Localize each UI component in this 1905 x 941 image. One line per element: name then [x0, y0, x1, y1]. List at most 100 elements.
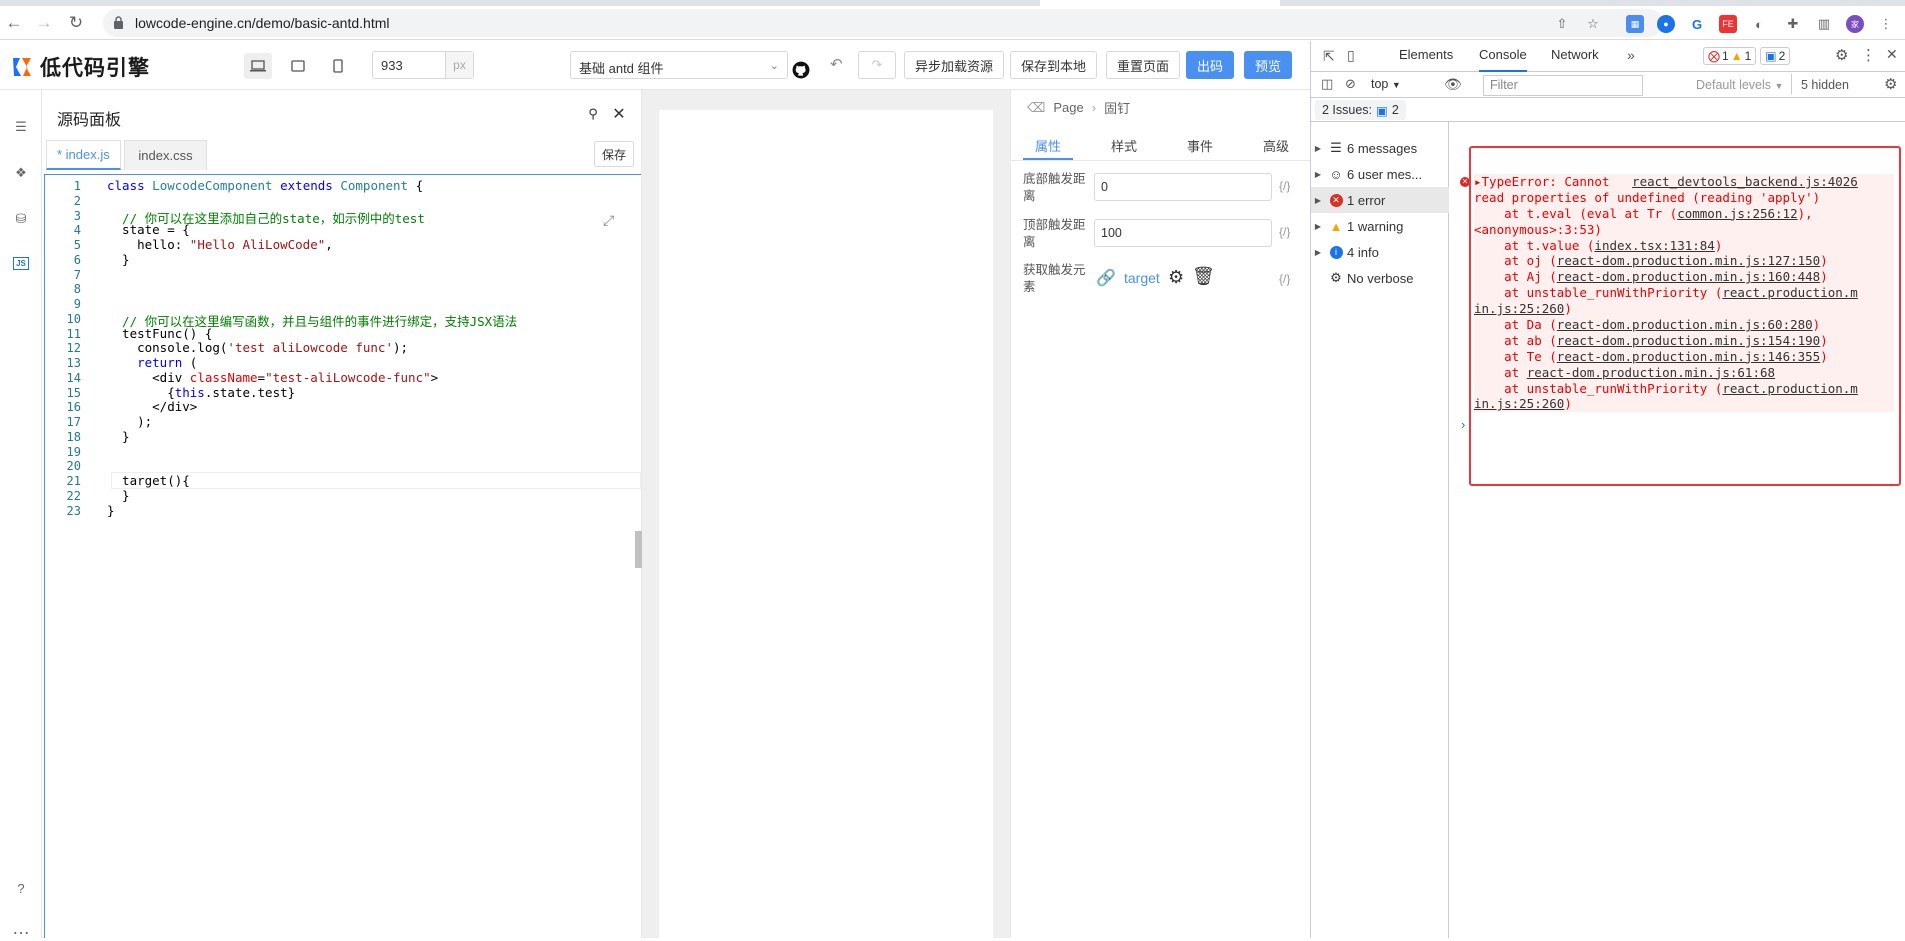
code-line[interactable]: console.log('test aliLowcode func'); [107, 340, 408, 355]
target-function-link[interactable]: target [1124, 270, 1160, 286]
top-offset-variable-toggle[interactable]: {/} [1279, 225, 1290, 239]
sidebar-toggle-icon[interactable]: ◫ [1321, 76, 1333, 92]
issues-button[interactable]: 2 Issues: ▣ 2 [1315, 100, 1406, 120]
github-icon[interactable] [792, 61, 810, 79]
outline-tree-icon[interactable]: ☰ [8, 114, 34, 140]
inspect-icon[interactable]: ⇱ [1323, 48, 1335, 65]
code-line[interactable]: hello: "Hello AliLowCode", [107, 237, 333, 252]
devtools-menu-icon[interactable]: ⋮ [1861, 46, 1876, 64]
address-bar[interactable]: lowcode-engine.cn/demo/basic-antd.html [103, 9, 1663, 37]
back-icon[interactable]: ← [4, 13, 24, 33]
save-local-button[interactable]: 保存到本地 [1010, 51, 1098, 79]
tab-network[interactable]: Network [1551, 47, 1599, 72]
code-line[interactable]: return ( [107, 355, 197, 370]
tab-elements[interactable]: Elements [1399, 47, 1453, 72]
code-line[interactable]: <div className="test-aliLowcode-func"> [107, 370, 438, 385]
trash-icon[interactable]: 🗑 [1192, 266, 1215, 287]
more-tabs-icon[interactable]: » [1627, 47, 1635, 63]
code-line[interactable]: } [107, 488, 130, 503]
export-code-button[interactable]: 出码 [1186, 51, 1235, 79]
forward-icon[interactable]: → [34, 13, 54, 33]
mobile-view-button[interactable] [324, 53, 352, 79]
code-editor[interactable]: ⤢ 1 2 3 4 5 6 7 8 9 10 11 12 13 14 15 16 17 18 19 20 21 22 23 c… [44, 174, 642, 938]
message-counter[interactable]: ▣ 2 [1760, 47, 1791, 65]
share-icon[interactable]: ⇧ [1553, 15, 1571, 33]
code-line[interactable]: } [107, 252, 130, 267]
bottom-offset-variable-toggle[interactable]: {/} [1279, 179, 1290, 193]
code-line[interactable]: testFunc() { [107, 326, 212, 341]
sidebar-user-messages[interactable]: ▶ ☺ 6 user mes... [1311, 161, 1449, 187]
pin-icon[interactable]: ⚲ [583, 104, 603, 124]
reload-icon[interactable]: ↻ [66, 13, 86, 33]
editor-scrollbar[interactable] [635, 531, 642, 568]
sidebar-warnings[interactable]: ▶ ▲ 1 warning [1311, 213, 1449, 239]
extension-icon-1[interactable]: ▦ [1626, 15, 1644, 33]
sidebar-verbose[interactable]: ⚙ No verbose [1311, 265, 1449, 291]
expand-icon[interactable]: ⤢ [603, 213, 614, 229]
context-select[interactable]: top ▼ [1371, 77, 1401, 91]
tablet-view-button[interactable] [284, 53, 312, 79]
js-code-icon[interactable]: JS [8, 250, 34, 276]
close-devtools-icon[interactable]: ✕ [1886, 46, 1898, 63]
log-levels-select[interactable]: Default levels ▼ [1696, 78, 1783, 92]
component-library-icon[interactable]: ❖ [8, 160, 34, 186]
component-select[interactable]: 基础 antd 组件 ⌄ [570, 51, 788, 79]
close-icon[interactable]: ✕ [609, 104, 629, 124]
settings-gear-icon[interactable]: ⚙ [1835, 46, 1848, 64]
help-icon[interactable]: ? [8, 875, 34, 901]
code-line[interactable]: target(){ [107, 473, 190, 488]
issue-counters[interactable]: ⨂ 1 ▲ 1 ▣ 2 [1703, 47, 1791, 65]
target-variable-toggle[interactable]: {/} [1279, 272, 1290, 286]
design-canvas[interactable] [659, 110, 993, 940]
code-line[interactable]: } [107, 429, 130, 444]
tab-properties[interactable]: 属性 [1013, 130, 1083, 160]
tab-events[interactable]: 事件 [1165, 130, 1235, 160]
tab-index-js[interactable]: * index.js [46, 140, 121, 170]
tab-styles[interactable]: 样式 [1089, 130, 1159, 160]
sidebar-errors[interactable]: ▶ ✕ 1 error [1311, 187, 1449, 213]
device-toolbar-icon[interactable]: ▯ [1347, 47, 1355, 64]
sidebar-info[interactable]: ▶ i 4 info [1311, 239, 1449, 265]
bottom-offset-input[interactable]: 0 [1094, 173, 1272, 201]
line-number: 11 [66, 326, 81, 341]
top-offset-input[interactable]: 100 [1094, 219, 1272, 247]
code-line[interactable]: {this.state.test} [107, 385, 295, 400]
breadcrumb-page[interactable]: Page [1053, 100, 1083, 115]
puzzle-icon[interactable]: ✚ [1784, 15, 1802, 33]
console-settings-icon[interactable]: ⚙ [1884, 75, 1897, 93]
sidebar-messages[interactable]: ▶ ☰ 6 messages [1311, 135, 1449, 161]
tab-index-css[interactable]: index.css [124, 140, 207, 170]
extension-icon-2[interactable]: ● [1657, 15, 1675, 33]
error-counter[interactable]: ⨂ 1 ▲ 1 [1703, 47, 1757, 65]
preview-button[interactable]: 预览 [1244, 51, 1293, 79]
bookmark-star-icon[interactable]: ☆ [1584, 15, 1602, 33]
console-prompt-icon[interactable]: › [1461, 417, 1465, 432]
tab-advanced[interactable]: 高级 [1241, 130, 1311, 160]
redo-button[interactable]: ↷ [858, 51, 896, 79]
async-load-button[interactable]: 异步加载资源 [904, 51, 1005, 79]
translate-icon[interactable]: G [1688, 15, 1706, 33]
eye-icon[interactable]: 👁 [1444, 76, 1462, 93]
desktop-view-button[interactable] [244, 53, 272, 79]
code-line[interactable]: </div> [107, 399, 197, 414]
gear-icon[interactable]: ⚙ [1168, 267, 1184, 288]
clear-console-icon[interactable]: ⊘ [1345, 76, 1356, 92]
code-line[interactable]: state = { [107, 222, 190, 237]
menu-dots-icon[interactable]: ⋮ [1877, 15, 1895, 33]
tab-console[interactable]: Console [1479, 47, 1527, 72]
console-filter-input[interactable]: Filter [1483, 75, 1643, 96]
code-line[interactable]: class LowcodeComponent extends Component… [107, 178, 423, 193]
code-token: "test-aliLowcode-func" [265, 369, 431, 385]
canvas-width-input[interactable]: 933 px [372, 51, 474, 79]
sidepanel-icon[interactable]: ▥ [1815, 15, 1833, 33]
code-line[interactable]: ); [107, 414, 152, 429]
extension-icon-3[interactable]: ◐ [1750, 15, 1768, 33]
extension-icon-fe[interactable]: FE [1719, 15, 1737, 33]
avatar[interactable]: 家 [1846, 15, 1864, 33]
code-line[interactable]: } [107, 503, 115, 518]
save-code-button[interactable]: 保存 [594, 141, 635, 167]
reset-page-button[interactable]: 重置页面 [1106, 51, 1181, 79]
more-icon[interactable]: … [8, 915, 34, 941]
datasource-icon[interactable]: ⛁ [8, 206, 34, 232]
undo-icon[interactable]: ↶ [830, 55, 843, 73]
